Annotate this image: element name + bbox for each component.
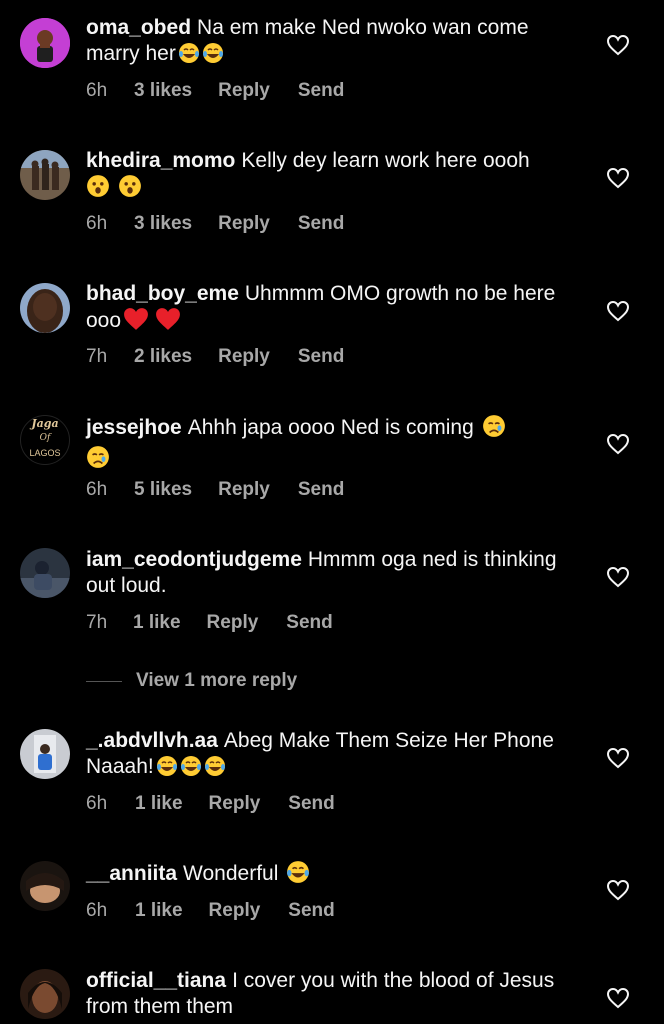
comment-meta: 6h 1 like Reply Send [86,793,335,815]
comment-meta: 7h 2 likes Reply Send [86,346,344,368]
timestamp: 6h [86,479,108,500]
astonished-emoji [86,174,110,205]
comment-text-block: __anniita Wonderful [86,860,576,891]
comment-meta: 6h 3 likes Reply Send [86,80,344,102]
astonished-emoji [118,174,142,205]
comment-text: Kelly dey learn work here oooh [241,149,530,172]
send-button[interactable]: Send [298,80,344,102]
comment-meta: 6h 1 like Reply Send [86,900,335,922]
send-button[interactable]: Send [298,346,344,368]
avatar[interactable] [20,283,70,333]
avatar[interactable] [20,548,70,598]
reply-button[interactable]: Reply [207,612,259,634]
reply-button[interactable]: Reply [218,213,270,235]
like-heart-icon[interactable] [606,747,630,769]
username[interactable]: oma_obed [86,16,191,39]
likes-count[interactable]: 5 likes [134,479,192,501]
timestamp: 7h [86,346,108,367]
send-button[interactable]: Send [288,793,334,815]
avatar-logo-text: Jaga [31,417,59,430]
comment-meta: 6h 3 likes Reply Send [86,213,344,235]
crying-face-emoji [482,414,506,445]
comment-text-block: khedira_momo Kelly dey learn work here oo… [86,148,576,205]
reply-button[interactable]: Reply [218,80,270,102]
username[interactable]: official__tiana [86,969,226,992]
avatar[interactable] [20,18,70,68]
comment-text-block: oma_obed Na em make Ned nwoko wan come ma… [86,15,576,71]
comment-text-block: _.abdvllvh.aa Abeg Make Them Seize Her Ph… [86,728,576,784]
laughing-tears-emoji [286,860,310,891]
username[interactable]: _.abdvllvh.aa [86,729,218,752]
username[interactable]: khedira_momo [86,149,235,172]
like-heart-icon[interactable] [606,167,630,189]
username[interactable]: __anniita [86,862,177,885]
reply-button[interactable]: Reply [209,900,261,922]
view-more-label[interactable]: View 1 more reply [136,670,297,692]
timestamp: 6h [86,793,108,814]
avatar[interactable]: Jaga Of LAGOS [20,415,70,465]
view-more-replies-button[interactable]: View 1 more reply [86,669,297,693]
username[interactable]: jessejhoe [86,416,182,439]
username[interactable]: bhad_boy_eme [86,282,239,305]
timestamp: 6h [86,80,108,101]
comment-meta: 7h 1 like Reply Send [86,612,333,634]
comment-text: Wonderful [183,862,279,885]
reply-button[interactable]: Reply [218,479,270,501]
avatar[interactable] [20,861,70,911]
likes-count[interactable]: 1 like [135,793,183,815]
comment-meta: 6h 5 likes Reply Send [86,479,344,501]
laughing-tears-emoji [202,42,224,71]
comment-text-block: iam_ceodontjudgeme Hmmm oga ned is thinki… [86,547,576,599]
like-heart-icon[interactable] [606,987,630,1009]
avatar[interactable] [20,150,70,200]
likes-count[interactable]: 2 likes [134,346,192,368]
timestamp: 6h [86,213,108,234]
divider [86,680,122,682]
likes-count[interactable]: 3 likes [134,213,192,235]
timestamp: 7h [86,612,108,633]
reply-button[interactable]: Reply [218,346,270,368]
likes-count[interactable]: 1 like [135,900,183,922]
send-button[interactable]: Send [298,479,344,501]
like-heart-icon[interactable] [606,433,630,455]
like-heart-icon[interactable] [606,879,630,901]
avatar-logo-text: LAGOS [29,448,61,458]
avatar[interactable] [20,969,70,1019]
laughing-tears-emoji [178,42,200,71]
like-heart-icon[interactable] [606,566,630,588]
avatar-logo-text: Of [39,433,51,443]
send-button[interactable]: Send [286,612,332,634]
red-heart-emoji [123,307,149,338]
red-heart-emoji [155,307,181,338]
laughing-tears-emoji [204,755,226,784]
timestamp: 6h [86,900,108,921]
username[interactable]: iam_ceodontjudgeme [86,548,302,571]
likes-count[interactable]: 1 like [133,612,181,634]
send-button[interactable]: Send [288,900,334,922]
like-heart-icon[interactable] [606,34,630,56]
avatar[interactable] [20,729,70,779]
likes-count[interactable]: 3 likes [134,80,192,102]
comment-text-block: official__tiana I cover you with the bloo… [86,968,576,1020]
crying-face-emoji [86,445,110,476]
comment-text: Ahhh japa oooo Ned is coming [187,416,474,439]
send-button[interactable]: Send [298,213,344,235]
laughing-tears-emoji [180,755,202,784]
comment-text-block: bhad_boy_eme Uhmmm OMO growth no be here … [86,281,576,338]
comment-text-block: jessejhoe Ahhh japa oooo Ned is coming [86,414,576,476]
reply-button[interactable]: Reply [209,793,261,815]
laughing-tears-emoji [156,755,178,784]
like-heart-icon[interactable] [606,300,630,322]
